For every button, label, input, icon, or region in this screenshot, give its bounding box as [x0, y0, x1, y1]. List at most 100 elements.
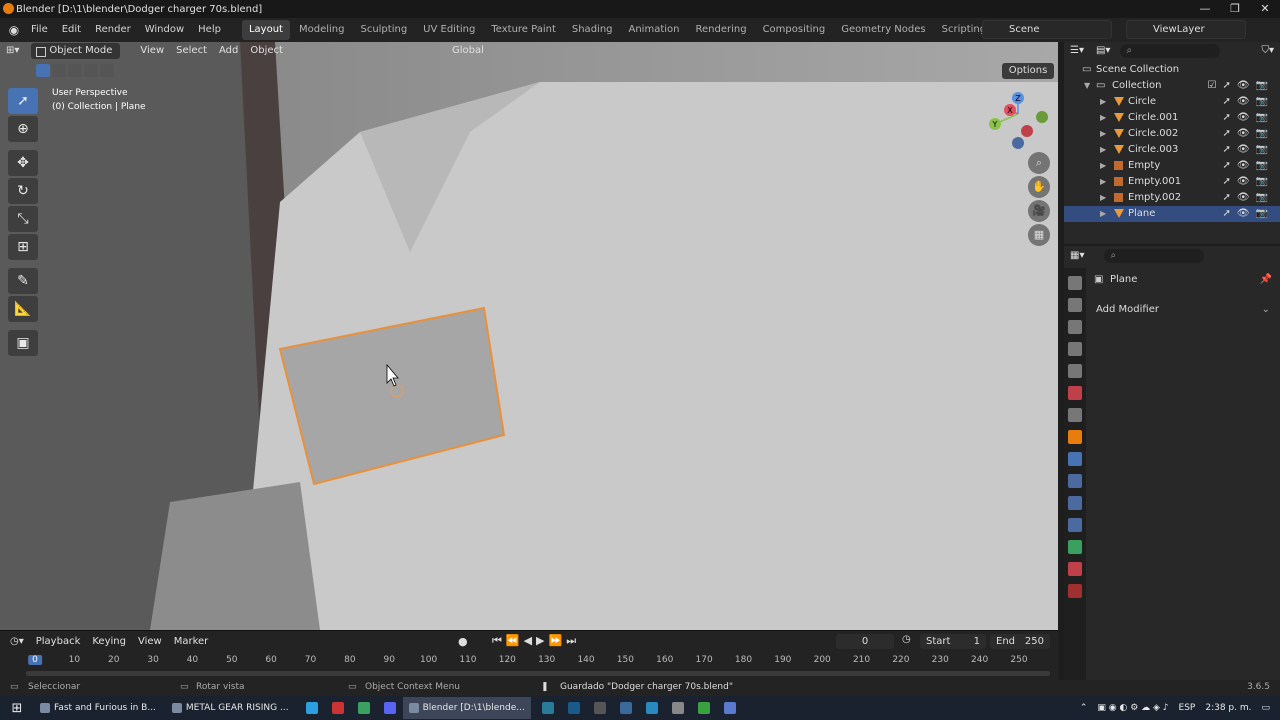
menu-file[interactable]: File	[24, 18, 55, 42]
visibility-icons[interactable]: ➚👁📷	[1222, 142, 1274, 158]
telegram-icon[interactable]	[305, 702, 318, 714]
app-icon-4[interactable]	[645, 702, 658, 714]
outliner-item[interactable]: ▶ Circle.002 ➚👁📷	[1064, 126, 1280, 142]
filter-icon[interactable]: ⛉▾	[1255, 42, 1280, 60]
menu-keying[interactable]: Keying	[86, 633, 132, 651]
display-mode-icon[interactable]: ▤▾	[1090, 42, 1116, 60]
timeline-scrollbar[interactable]	[26, 671, 1050, 676]
editor-type-icon[interactable]: ⊞▾	[0, 42, 25, 60]
timeline-ruler[interactable]: 0 10 20 30 40 50 60 70 80 90 100 110 120 130 140 150 160…	[26, 655, 1050, 669]
properties-search-input[interactable]: ⌕	[1104, 249, 1205, 263]
app-icon-7[interactable]	[723, 702, 736, 714]
menu-add[interactable]: Add	[213, 42, 244, 60]
select-subtract-icon[interactable]	[68, 64, 82, 77]
select-box-tool-icon[interactable]: ➚	[8, 88, 38, 114]
data-tab-icon[interactable]	[1068, 540, 1082, 554]
scale-tool-icon[interactable]: ⤡	[8, 206, 38, 232]
physics-tab-icon[interactable]	[1068, 496, 1082, 510]
move-tool-icon[interactable]: ✥	[8, 150, 38, 176]
tray-icons[interactable]: ▣ ◉ ◐ ⚙ ☁ ◈ ♪	[1097, 703, 1168, 713]
view-layer-tab-icon[interactable]	[1068, 342, 1082, 356]
discord-icon[interactable]	[383, 702, 396, 714]
select-intersect-icon[interactable]	[100, 64, 114, 77]
app-icon-3[interactable]	[593, 702, 606, 714]
scene-selector[interactable]: Scene	[982, 20, 1112, 39]
add-cube-tool-icon[interactable]: ▣	[8, 330, 38, 356]
tab-animation[interactable]: Animation	[622, 20, 687, 40]
visibility-icons[interactable]: ➚👁📷	[1222, 158, 1274, 174]
view-layer-selector[interactable]: ViewLayer	[1126, 20, 1246, 39]
measure-tool-icon[interactable]: 📐	[8, 296, 38, 322]
outliner-item[interactable]: ▶ Circle.001 ➚👁📷	[1064, 110, 1280, 126]
expand-arrow-icon[interactable]: ▶	[1100, 190, 1106, 206]
browser-icon[interactable]	[357, 702, 370, 714]
menu-window[interactable]: Window	[138, 18, 191, 42]
tray-expand-icon[interactable]: ⌃	[1080, 703, 1088, 713]
outliner-item[interactable]: ▶ Circle.003 ➚👁📷	[1064, 142, 1280, 158]
select-new-icon[interactable]	[36, 64, 50, 77]
app-icon-5[interactable]	[671, 702, 684, 714]
menu-help[interactable]: Help	[191, 18, 228, 42]
expand-arrow-icon[interactable]: ▶	[1100, 110, 1106, 126]
visibility-icons[interactable]: ➚👁📷	[1222, 174, 1274, 190]
collection-row[interactable]: ▼ ▭ Collection ☑➚👁📷	[1064, 78, 1280, 94]
tab-geometry-nodes[interactable]: Geometry Nodes	[834, 20, 932, 40]
visibility-icons[interactable]: ➚👁📷	[1222, 190, 1274, 206]
zoom-icon[interactable]: ⌕	[1028, 152, 1050, 174]
tab-texture-paint[interactable]: Texture Paint	[484, 20, 563, 40]
clock[interactable]: 2:38 p. m.	[1205, 703, 1251, 713]
tab-modeling[interactable]: Modeling	[292, 20, 352, 40]
visibility-icons[interactable]: ➚👁📷	[1222, 126, 1274, 142]
expand-arrow-icon[interactable]: ▶	[1100, 158, 1106, 174]
app-icon-2[interactable]	[567, 702, 580, 714]
output-tab-icon[interactable]	[1068, 320, 1082, 334]
object-mode-selector[interactable]: Object Mode	[31, 43, 121, 59]
maximize-button[interactable]: ❐	[1220, 0, 1250, 18]
constraints-tab-icon[interactable]	[1068, 518, 1082, 532]
material-tab-icon[interactable]	[1068, 562, 1082, 576]
expand-arrow-icon[interactable]: ▶	[1100, 142, 1106, 158]
visibility-icons[interactable]: ➚👁📷	[1222, 110, 1274, 126]
playback-controls-icon[interactable]: ⏮⏪◀▶⏩⏭	[492, 634, 580, 648]
expand-arrow-icon[interactable]: ▶	[1100, 206, 1106, 222]
blender-menu-icon[interactable]: ◉	[4, 20, 24, 40]
menu-timeline-view[interactable]: View	[132, 633, 168, 651]
menu-edit[interactable]: Edit	[55, 18, 88, 42]
rotate-tool-icon[interactable]: ↻	[8, 178, 38, 204]
start-frame-field[interactable]: Start 1	[920, 634, 986, 649]
menu-view[interactable]: View	[134, 42, 170, 60]
world-tab-icon[interactable]	[1068, 386, 1082, 400]
tab-layout[interactable]: Layout	[241, 20, 290, 40]
taskbar-app-blender[interactable]: Blender [D:\1\blende...	[402, 697, 531, 719]
visibility-icons[interactable]: ➚👁📷	[1222, 94, 1274, 110]
tool-tab-icon[interactable]	[1068, 276, 1082, 290]
pin-icon[interactable]: 📌	[1260, 274, 1272, 285]
tab-compositing[interactable]: Compositing	[756, 20, 833, 40]
camera-view-icon[interactable]: 🎥	[1028, 200, 1050, 222]
preview-range-icon[interactable]: ◷	[902, 634, 911, 645]
steam-icon[interactable]	[619, 702, 632, 714]
taskbar-app-chrome[interactable]: Fast and Furious in B...	[34, 697, 162, 719]
menu-object[interactable]: Object	[244, 42, 289, 60]
menu-playback[interactable]: Playback	[30, 633, 87, 651]
adobe-icon[interactable]	[331, 702, 344, 714]
expand-arrow-icon[interactable]: ▶	[1100, 94, 1106, 110]
annotate-tool-icon[interactable]: ✎	[8, 268, 38, 294]
3d-viewport[interactable]: Z X Y ⊞▾ Object Mode View Select Add Obj…	[0, 42, 1058, 630]
tab-sculpting[interactable]: Sculpting	[353, 20, 414, 40]
outliner-item[interactable]: ▶ Plane ➚👁📷	[1064, 206, 1280, 222]
app-icon-1[interactable]	[541, 702, 554, 714]
outliner-item[interactable]: ▶ Empty.002 ➚👁📷	[1064, 190, 1280, 206]
cursor-tool-icon[interactable]: ⊕	[8, 116, 38, 142]
transform-orientation-selector[interactable]: Global	[432, 43, 494, 59]
add-modifier-button[interactable]: Add Modifier ⌄	[1092, 302, 1274, 318]
expand-arrow-icon[interactable]: ▶	[1100, 126, 1106, 142]
outliner-item[interactable]: ▶ Empty.001 ➚👁📷	[1064, 174, 1280, 190]
start-menu-icon[interactable]: ⊞	[0, 701, 34, 716]
scene-collection-row[interactable]: ▭ Scene Collection	[1064, 62, 1280, 78]
taskbar-app-explorer[interactable]: METAL GEAR RISING ...	[166, 697, 295, 719]
texture-tab-icon[interactable]	[1068, 584, 1082, 598]
close-button[interactable]: ✕	[1250, 0, 1280, 18]
tab-uv-editing[interactable]: UV Editing	[416, 20, 482, 40]
expand-arrow-icon[interactable]: ▼	[1084, 78, 1090, 94]
